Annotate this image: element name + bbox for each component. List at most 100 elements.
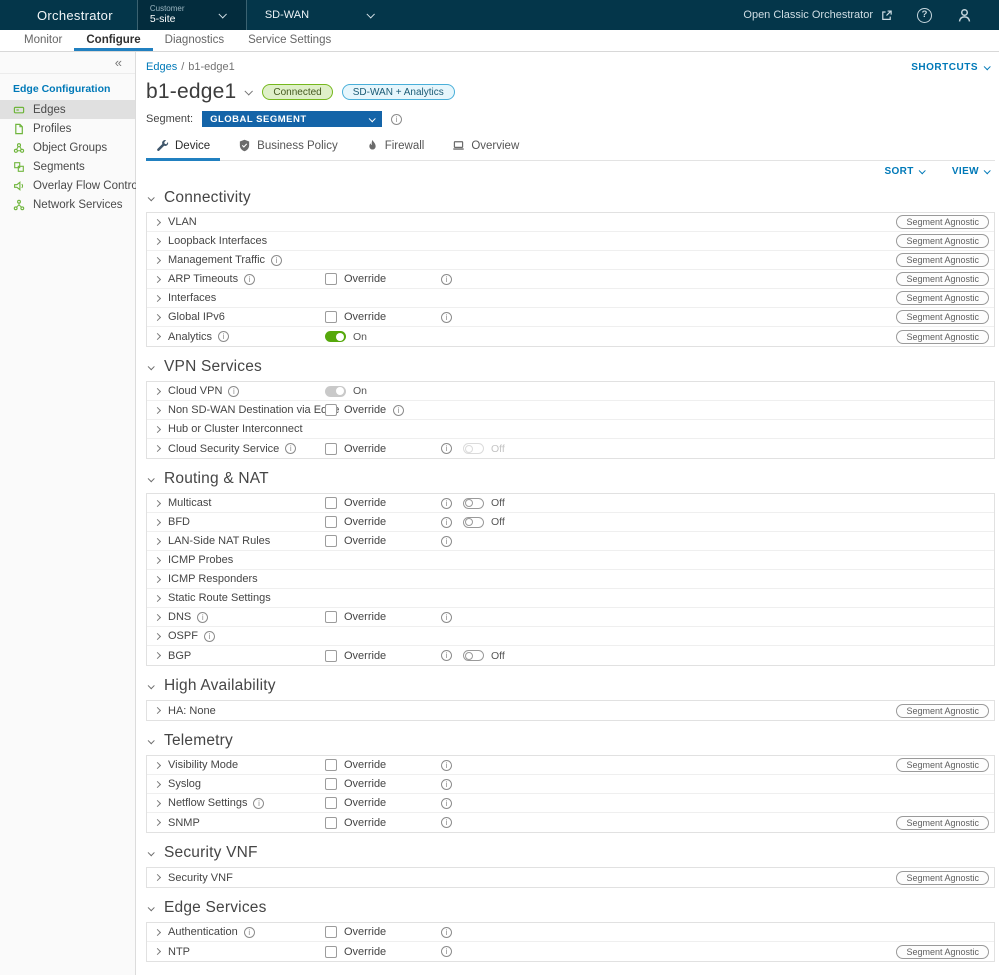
- info-icon[interactable]: [441, 650, 452, 661]
- setting-row[interactable]: InterfacesSegment Agnostic: [147, 289, 994, 308]
- shortcuts-dropdown[interactable]: SHORTCUTS: [911, 62, 989, 73]
- toggle[interactable]: [463, 517, 484, 528]
- nav-tab-service-settings[interactable]: Service Settings: [236, 30, 343, 51]
- setting-row[interactable]: Management TrafficSegment Agnostic: [147, 251, 994, 270]
- sidebar-item-profiles[interactable]: Profiles: [0, 119, 135, 138]
- override-checkbox[interactable]: [325, 535, 337, 547]
- sidebar-item-overlay-flow-control[interactable]: Overlay Flow Control: [0, 176, 135, 195]
- setting-row[interactable]: AnalyticsOnSegment Agnostic: [147, 327, 994, 346]
- setting-row[interactable]: ICMP Responders: [147, 570, 994, 589]
- toggle[interactable]: [463, 498, 484, 509]
- info-icon[interactable]: [391, 114, 402, 125]
- open-classic-orchestrator-link[interactable]: Open Classic Orchestrator: [743, 9, 893, 22]
- sidebar-item-segments[interactable]: Segments: [0, 157, 135, 176]
- info-icon[interactable]: [441, 760, 452, 771]
- section-header[interactable]: Edge Services: [148, 899, 995, 917]
- info-icon[interactable]: [441, 779, 452, 790]
- info-icon[interactable]: [218, 331, 229, 342]
- tab-overview[interactable]: Overview: [442, 136, 529, 161]
- info-icon[interactable]: [228, 386, 239, 397]
- section-header[interactable]: High Availability: [148, 677, 995, 695]
- sidebar-collapse-icon[interactable]: «: [115, 56, 122, 69]
- info-icon[interactable]: [244, 274, 255, 285]
- sidebar-item-network-services[interactable]: Network Services: [0, 195, 135, 214]
- setting-row[interactable]: AuthenticationOverride: [147, 923, 994, 942]
- info-icon[interactable]: [441, 798, 452, 809]
- override-checkbox[interactable]: [325, 817, 337, 829]
- info-icon[interactable]: [441, 927, 452, 938]
- setting-row[interactable]: BGPOverrideOff: [147, 646, 994, 665]
- setting-row[interactable]: BFDOverrideOff: [147, 513, 994, 532]
- override-checkbox[interactable]: [325, 404, 337, 416]
- sidebar-item-edges[interactable]: Edges: [0, 100, 135, 119]
- user-icon[interactable]: [956, 7, 973, 24]
- info-icon[interactable]: [204, 631, 215, 642]
- toggle[interactable]: [325, 386, 346, 397]
- setting-row[interactable]: SNMPOverrideSegment Agnostic: [147, 813, 994, 832]
- override-checkbox[interactable]: [325, 759, 337, 771]
- setting-row[interactable]: OSPF: [147, 627, 994, 646]
- override-checkbox[interactable]: [325, 926, 337, 938]
- segment-select[interactable]: GLOBAL SEGMENT: [202, 111, 382, 127]
- toggle[interactable]: [325, 331, 346, 342]
- setting-row[interactable]: Netflow SettingsOverride: [147, 794, 994, 813]
- setting-row[interactable]: Hub or Cluster Interconnect: [147, 420, 994, 439]
- override-checkbox[interactable]: [325, 443, 337, 455]
- info-icon[interactable]: [441, 817, 452, 828]
- setting-row[interactable]: Loopback InterfacesSegment Agnostic: [147, 232, 994, 251]
- override-checkbox[interactable]: [325, 611, 337, 623]
- info-icon[interactable]: [244, 927, 255, 938]
- setting-row[interactable]: Visibility ModeOverrideSegment Agnostic: [147, 756, 994, 775]
- product-selector[interactable]: SD-WAN: [247, 9, 387, 21]
- override-checkbox[interactable]: [325, 797, 337, 809]
- override-checkbox[interactable]: [325, 311, 337, 323]
- setting-row[interactable]: ARP TimeoutsOverrideSegment Agnostic: [147, 270, 994, 289]
- info-icon[interactable]: [393, 405, 404, 416]
- info-icon[interactable]: [441, 443, 452, 454]
- override-checkbox[interactable]: [325, 650, 337, 662]
- section-header[interactable]: VPN Services: [148, 358, 995, 376]
- setting-row[interactable]: Non SD-WAN Destination via EdgeOverride: [147, 401, 994, 420]
- setting-row[interactable]: Static Route Settings: [147, 589, 994, 608]
- tab-device[interactable]: Device: [146, 136, 220, 161]
- override-checkbox[interactable]: [325, 516, 337, 528]
- tab-business-policy[interactable]: Business Policy: [228, 136, 348, 161]
- override-checkbox[interactable]: [325, 273, 337, 285]
- toggle[interactable]: [463, 650, 484, 661]
- info-icon[interactable]: [285, 443, 296, 454]
- section-header[interactable]: Routing & NAT: [148, 470, 995, 488]
- info-icon[interactable]: [253, 798, 264, 809]
- edge-title-dropdown-icon[interactable]: [245, 87, 253, 95]
- setting-row[interactable]: Security VNFSegment Agnostic: [147, 868, 994, 887]
- override-checkbox[interactable]: [325, 778, 337, 790]
- breadcrumb-edges-link[interactable]: Edges: [146, 61, 177, 73]
- info-icon[interactable]: [441, 498, 452, 509]
- override-checkbox[interactable]: [325, 946, 337, 958]
- info-icon[interactable]: [271, 255, 282, 266]
- tab-firewall[interactable]: Firewall: [356, 136, 435, 161]
- setting-row[interactable]: Cloud VPNOn: [147, 382, 994, 401]
- setting-row[interactable]: DNSOverride: [147, 608, 994, 627]
- section-header[interactable]: Connectivity: [148, 189, 995, 207]
- setting-row[interactable]: Global IPv6OverrideSegment Agnostic: [147, 308, 994, 327]
- sidebar-item-object-groups[interactable]: Object Groups: [0, 138, 135, 157]
- info-icon[interactable]: [441, 612, 452, 623]
- setting-row[interactable]: SyslogOverride: [147, 775, 994, 794]
- setting-row[interactable]: ICMP Probes: [147, 551, 994, 570]
- setting-row[interactable]: LAN-Side NAT RulesOverride: [147, 532, 994, 551]
- view-dropdown[interactable]: VIEW: [952, 166, 989, 177]
- info-icon[interactable]: [441, 946, 452, 957]
- nav-tab-configure[interactable]: Configure: [74, 30, 152, 51]
- info-icon[interactable]: [441, 274, 452, 285]
- section-header[interactable]: Telemetry: [148, 732, 995, 750]
- section-header[interactable]: Security VNF: [148, 844, 995, 862]
- info-icon[interactable]: [197, 612, 208, 623]
- setting-row[interactable]: MulticastOverrideOff: [147, 494, 994, 513]
- info-icon[interactable]: [441, 312, 452, 323]
- nav-tab-monitor[interactable]: Monitor: [12, 30, 74, 51]
- override-checkbox[interactable]: [325, 497, 337, 509]
- sort-dropdown[interactable]: SORT: [884, 166, 923, 177]
- setting-row[interactable]: Cloud Security ServiceOverrideOff: [147, 439, 994, 458]
- setting-row[interactable]: HA: NoneSegment Agnostic: [147, 701, 994, 720]
- nav-tab-diagnostics[interactable]: Diagnostics: [153, 30, 236, 51]
